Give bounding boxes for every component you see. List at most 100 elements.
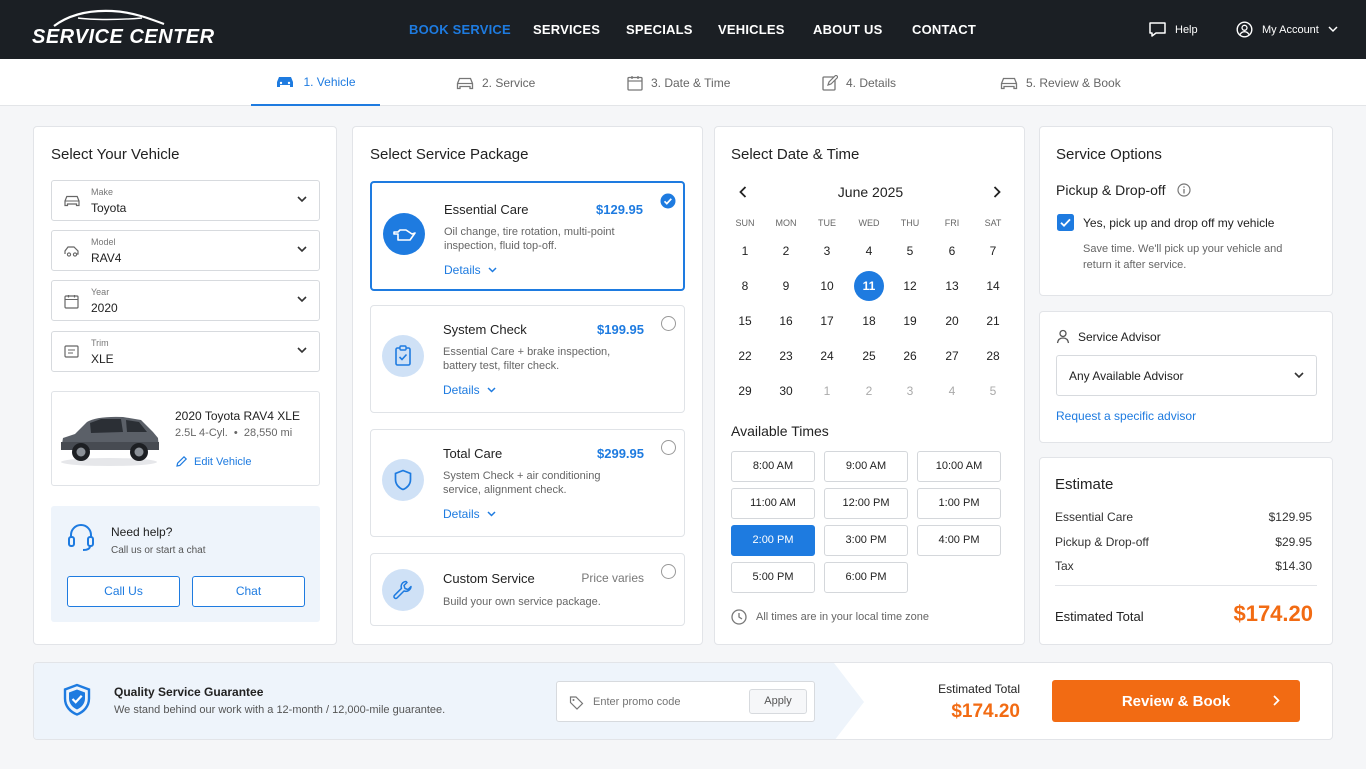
step-service[interactable]: 2. Service	[456, 59, 535, 106]
pickup-checkbox[interactable]	[1057, 214, 1074, 231]
package-radio[interactable]	[661, 564, 676, 579]
chevron-right-icon[interactable]	[993, 186, 1001, 198]
time-slot[interactable]: 10:00 AM	[917, 451, 1001, 482]
time-slot[interactable]: 3:00 PM	[824, 525, 908, 556]
chat-button[interactable]: Chat	[192, 576, 305, 607]
calendar-day[interactable]: 16	[771, 306, 801, 336]
call-us-button[interactable]: Call Us	[67, 576, 180, 607]
calendar-day[interactable]: 13	[937, 271, 967, 301]
help-label: Help	[1175, 23, 1198, 36]
time-slot-selected[interactable]: 2:00 PM	[731, 525, 815, 556]
package-total-care[interactable]: Total Care $299.95 System Check + air co…	[370, 429, 685, 537]
calendar-day[interactable]: 8	[730, 271, 760, 301]
package-details-toggle[interactable]: Details	[443, 383, 496, 397]
calendar-day[interactable]: 14	[978, 271, 1008, 301]
calendar-day[interactable]: 23	[771, 341, 801, 371]
nav-label: SPECIALS	[626, 22, 693, 37]
edit-vehicle-link[interactable]: Edit Vehicle	[175, 455, 251, 468]
step-date-time[interactable]: 3. Date & Time	[627, 59, 730, 106]
calendar-icon	[64, 295, 79, 309]
make-select[interactable]: Make Toyota	[51, 180, 320, 221]
model-select[interactable]: Model RAV4	[51, 230, 320, 271]
my-account-menu[interactable]: My Account	[1236, 0, 1338, 59]
promo-code-input[interactable]	[593, 692, 743, 712]
calendar-day[interactable]: 6	[937, 236, 967, 266]
step-vehicle[interactable]: 1. Vehicle	[251, 59, 380, 106]
package-radio[interactable]	[661, 440, 676, 455]
trim-select[interactable]: Trim XLE	[51, 331, 320, 372]
year-select[interactable]: Year 2020	[51, 280, 320, 321]
calendar-day[interactable]: 24	[812, 341, 842, 371]
calendar-day[interactable]: 2	[771, 236, 801, 266]
calendar-day[interactable]: 1	[730, 236, 760, 266]
package-description: Essential Care + brake inspection, batte…	[443, 346, 611, 372]
calendar-day[interactable]: 30	[771, 376, 801, 406]
brand-logo[interactable]: SERVICE CENTER	[30, 8, 214, 50]
calendar-day[interactable]: 5	[895, 236, 925, 266]
calendar-day[interactable]: 25	[854, 341, 884, 371]
calendar-day[interactable]: 15	[730, 306, 760, 336]
estimate-row-value: $14.30	[1275, 559, 1312, 573]
help-title: Need help?	[111, 525, 173, 539]
checked-radio-icon[interactable]	[660, 193, 676, 209]
calendar-day[interactable]: 28	[978, 341, 1008, 371]
calendar-day[interactable]: 4	[854, 236, 884, 266]
package-details-toggle[interactable]: Details	[444, 263, 497, 277]
time-slot[interactable]: 12:00 PM	[824, 488, 908, 519]
package-essential-care[interactable]: Essential Care $129.95 Oil change, tire …	[370, 181, 685, 291]
package-custom-service[interactable]: Custom Service Price varies Build your o…	[370, 553, 685, 626]
step-review-book[interactable]: 5. Review & Book	[1000, 59, 1121, 106]
request-advisor-link[interactable]: Request a specific advisor	[1056, 409, 1196, 423]
calendar-day[interactable]: 12	[895, 271, 925, 301]
nav-book-service[interactable]: BOOK SERVICE	[409, 0, 511, 59]
time-slot[interactable]: 1:00 PM	[917, 488, 1001, 519]
advisor-value: Any Available Advisor	[1069, 369, 1184, 383]
calendar-day[interactable]: 29	[730, 376, 760, 406]
time-slot[interactable]: 5:00 PM	[731, 562, 815, 593]
step-details[interactable]: 4. Details	[822, 59, 896, 106]
time-slot[interactable]: 6:00 PM	[824, 562, 908, 593]
calendar-day[interactable]: 21	[978, 306, 1008, 336]
nav-vehicles[interactable]: VEHICLES	[718, 0, 785, 59]
calendar-day[interactable]: 26	[895, 341, 925, 371]
package-price: $299.95	[597, 446, 644, 461]
calendar-day[interactable]: 19	[895, 306, 925, 336]
estimate-row: Tax $14.30	[1055, 559, 1317, 573]
apply-promo-button[interactable]: Apply	[749, 689, 807, 714]
nav-about-us[interactable]: ABOUT US	[813, 0, 883, 59]
advisor-select[interactable]: Any Available Advisor	[1056, 355, 1317, 396]
calendar-day[interactable]: 18	[854, 306, 884, 336]
brand-name: SERVICE CENTER	[32, 26, 215, 48]
guarantee-title: Quality Service Guarantee	[114, 685, 264, 699]
info-icon[interactable]	[1177, 183, 1192, 197]
nav-services[interactable]: SERVICES	[533, 0, 600, 59]
package-radio[interactable]	[661, 316, 676, 331]
package-system-check[interactable]: System Check $199.95 Essential Care + br…	[370, 305, 685, 413]
time-slot[interactable]: 9:00 AM	[824, 451, 908, 482]
review-book-button[interactable]: Review & Book	[1052, 680, 1300, 722]
calendar-day[interactable]: 27	[937, 341, 967, 371]
review-book-label: Review & Book	[1121, 692, 1231, 710]
nav-contact[interactable]: CONTACT	[912, 0, 976, 59]
calendar-day[interactable]: 9	[771, 271, 801, 301]
time-slot[interactable]: 8:00 AM	[731, 451, 815, 482]
step-label: 5. Review & Book	[1026, 75, 1121, 90]
trim-label: Trim	[91, 338, 109, 348]
time-slot[interactable]: 4:00 PM	[917, 525, 1001, 556]
calendar-day[interactable]: 17	[812, 306, 842, 336]
calendar-day[interactable]: 3	[812, 236, 842, 266]
time-slot[interactable]: 11:00 AM	[731, 488, 815, 519]
vehicle-summary-name: 2020 Toyota RAV4 XLE	[175, 409, 300, 423]
calendar-day[interactable]: 20	[937, 306, 967, 336]
calendar-day[interactable]: 22	[730, 341, 760, 371]
calendar-day[interactable]: 7	[978, 236, 1008, 266]
chevron-down-icon	[297, 296, 307, 303]
car-icon	[277, 77, 294, 87]
help-link[interactable]: Help	[1148, 0, 1198, 59]
package-details-toggle[interactable]: Details	[443, 507, 496, 521]
calendar-day-selected[interactable]: 11	[854, 271, 884, 301]
clock-icon	[731, 609, 747, 625]
calendar-day[interactable]: 10	[812, 271, 842, 301]
nav-specials[interactable]: SPECIALS	[626, 0, 693, 59]
year-label: Year	[91, 287, 110, 297]
